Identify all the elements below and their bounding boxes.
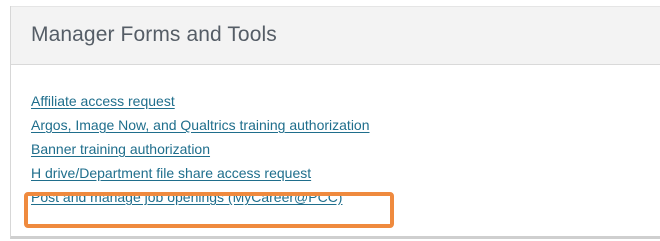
banner-training-authorization-link[interactable]: Banner training authorization	[31, 141, 210, 157]
list-item: Post and manage job openings (MyCareer@P…	[31, 185, 370, 209]
list-item: Banner training authorization	[31, 137, 370, 161]
manager-forms-panel: Manager Forms and Tools Affiliate access…	[10, 6, 660, 239]
links-list: Affiliate access request Argos, Image No…	[31, 89, 370, 209]
list-item: H drive/Department file share access req…	[31, 161, 370, 185]
file-share-access-request-link[interactable]: H drive/Department file share access req…	[31, 165, 311, 181]
training-authorization-link[interactable]: Argos, Image Now, and Qualtrics training…	[31, 117, 370, 133]
post-manage-job-openings-link[interactable]: Post and manage job openings (MyCareer@P…	[31, 189, 342, 205]
panel-title: Manager Forms and Tools	[31, 23, 277, 46]
affiliate-access-request-link[interactable]: Affiliate access request	[31, 93, 175, 109]
panel-header: Manager Forms and Tools	[11, 6, 660, 65]
list-item: Affiliate access request	[31, 89, 370, 113]
list-item: Argos, Image Now, and Qualtrics training…	[31, 113, 370, 137]
